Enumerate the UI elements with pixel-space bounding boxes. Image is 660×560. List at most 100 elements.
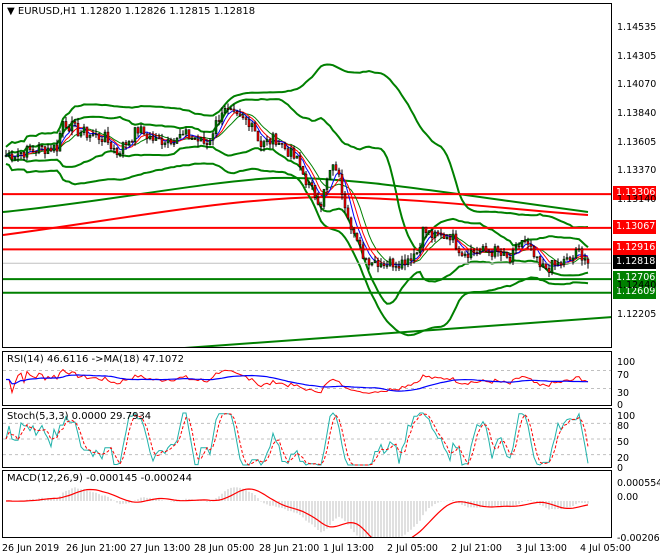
candle-body bbox=[43, 146, 47, 155]
candle-body bbox=[496, 246, 500, 252]
candle bbox=[130, 139, 134, 143]
rsi-axis-label: 70 bbox=[617, 370, 630, 381]
candle-body bbox=[64, 121, 68, 128]
candle bbox=[238, 108, 242, 117]
candle-body bbox=[457, 248, 461, 254]
candle bbox=[103, 129, 107, 143]
candle-body bbox=[184, 129, 188, 135]
candle bbox=[391, 257, 395, 271]
candle-body bbox=[523, 240, 527, 242]
candle bbox=[361, 241, 365, 260]
candle-body bbox=[172, 143, 176, 145]
candle bbox=[85, 126, 89, 141]
candle-body bbox=[586, 258, 590, 264]
candle bbox=[421, 226, 425, 252]
candle bbox=[139, 124, 143, 134]
stoch-pane[interactable]: Stoch(5,3,3) 0.0000 29.7934 bbox=[2, 408, 612, 468]
candle bbox=[553, 260, 557, 270]
candle-body bbox=[382, 263, 386, 266]
candle-body bbox=[253, 123, 257, 132]
candle bbox=[82, 123, 86, 136]
level-tag-1.13067: 1.13067 bbox=[613, 219, 656, 234]
candle-body bbox=[103, 131, 107, 142]
candle-body bbox=[550, 260, 554, 273]
collapse-triangle-icon[interactable]: ▼ bbox=[7, 6, 15, 17]
candle bbox=[337, 167, 341, 178]
candle-body bbox=[208, 139, 212, 145]
candle-body bbox=[130, 141, 134, 143]
candle-body bbox=[190, 138, 194, 140]
price-chart-pane[interactable]: ▼ EURUSD,H1 1.12820 1.12826 1.12815 1.12… bbox=[2, 3, 612, 348]
candle-body bbox=[298, 155, 302, 167]
candle-body bbox=[469, 250, 473, 258]
candle-body bbox=[319, 203, 323, 207]
candle-body bbox=[544, 263, 548, 269]
candle-body bbox=[409, 258, 413, 261]
candle bbox=[415, 251, 419, 256]
candle bbox=[49, 145, 53, 153]
rsi-axis-label: 100 bbox=[617, 357, 636, 368]
candle bbox=[271, 131, 275, 149]
candle bbox=[175, 136, 179, 144]
rsi-pane[interactable]: RSI(14) 46.6116 ->MA(18) 47.1072 bbox=[2, 351, 612, 406]
candle-body bbox=[424, 226, 428, 233]
candle-body bbox=[226, 107, 230, 110]
candle bbox=[280, 143, 284, 149]
candle-body bbox=[313, 185, 317, 198]
candle bbox=[151, 131, 155, 144]
high-value: 1.12826 bbox=[124, 6, 166, 17]
stoch-label: Stoch(5,3,3) 0.0000 29.7934 bbox=[7, 411, 152, 422]
price-axis-label: 1.12205 bbox=[617, 309, 657, 320]
candle-body bbox=[199, 136, 203, 142]
candle-body bbox=[196, 138, 200, 142]
candle-body bbox=[316, 196, 320, 205]
candle-body bbox=[580, 248, 584, 261]
candle-body bbox=[451, 233, 455, 241]
candle-body bbox=[28, 146, 32, 150]
candle bbox=[64, 116, 68, 129]
candle bbox=[142, 126, 146, 136]
price-axis-label: 1.14070 bbox=[617, 79, 657, 90]
candle-body bbox=[499, 251, 503, 256]
candle-body bbox=[142, 126, 146, 135]
candle bbox=[58, 130, 62, 152]
rsi-axis-label: 30 bbox=[617, 388, 630, 399]
candle bbox=[532, 245, 536, 259]
candle-body bbox=[517, 245, 521, 248]
time-axis-label: 3 Jul 13:00 bbox=[516, 543, 567, 554]
candle-body bbox=[328, 169, 332, 180]
candle bbox=[451, 229, 455, 244]
candle bbox=[226, 103, 230, 115]
candle bbox=[454, 230, 458, 251]
candle-body bbox=[388, 258, 392, 266]
candle-body bbox=[577, 248, 581, 251]
candle-body bbox=[538, 256, 542, 268]
candle bbox=[433, 229, 437, 243]
candle-body bbox=[13, 156, 17, 160]
candle bbox=[295, 155, 299, 159]
candle-body bbox=[289, 147, 293, 157]
candle bbox=[301, 165, 305, 175]
time-axis-label: 28 Jun 05:00 bbox=[194, 543, 255, 554]
candle-body bbox=[277, 143, 281, 145]
candle-body bbox=[292, 147, 296, 159]
candle-body bbox=[439, 233, 443, 236]
candle-body bbox=[139, 126, 143, 134]
candle-body bbox=[280, 143, 284, 145]
candle-body bbox=[541, 263, 545, 268]
candle bbox=[397, 260, 401, 271]
candle-body bbox=[268, 139, 272, 145]
candle bbox=[403, 254, 407, 271]
price-axis-label: 1.14535 bbox=[617, 22, 657, 33]
candle-body bbox=[325, 179, 329, 190]
candle-body bbox=[22, 152, 26, 158]
candle-body bbox=[247, 119, 251, 128]
level-tag-1.12818: 1.12818 bbox=[613, 255, 656, 270]
macd-pane[interactable]: MACD(12,26,9) -0.000145 -0.000244 bbox=[2, 470, 612, 538]
candle bbox=[346, 204, 350, 221]
candle-body bbox=[202, 136, 206, 144]
candle-body bbox=[340, 173, 344, 195]
candle bbox=[463, 251, 467, 258]
time-axis-label: 28 Jun 21:00 bbox=[259, 543, 320, 554]
candle-body bbox=[88, 135, 92, 138]
